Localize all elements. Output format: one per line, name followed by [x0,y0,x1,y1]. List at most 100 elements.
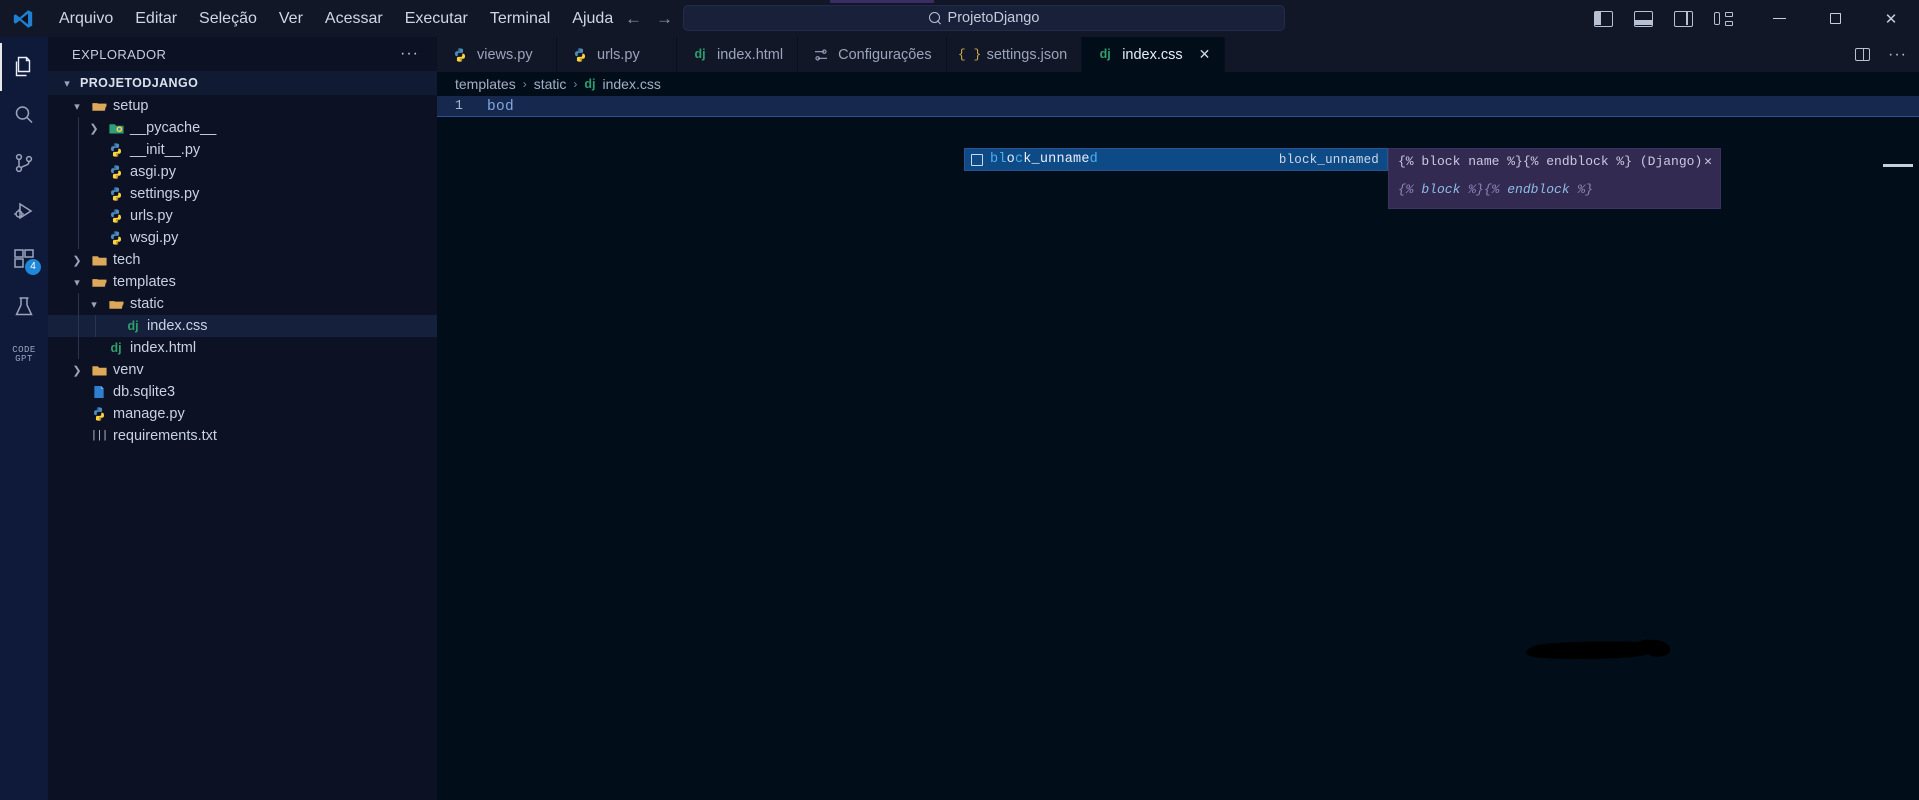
navigation-arrows[interactable]: ← → [625,0,673,37]
editor-tab-settings-json[interactable]: { } settings.json [947,37,1083,72]
maximize-button[interactable] [1807,0,1863,37]
tree-folder-static[interactable]: ▾ static [48,293,437,315]
python-icon [111,187,121,201]
tab-label: views.py [477,46,533,63]
command-center-search[interactable]: ProjetoDjango [683,5,1285,31]
explorer-more-actions-icon[interactable]: ··· [400,46,419,62]
chevron-down-icon[interactable]: ▾ [69,274,85,290]
tree-item-icon [90,405,108,423]
suggest-widget[interactable]: block_unnamed block_unnamed {% block nam… [964,148,1721,209]
chevron-down-icon[interactable]: ▾ [69,98,85,114]
code-editor[interactable]: 1 bod [437,96,1919,167]
tree-file-requirements-txt[interactable]: ||| requirements.txt [48,425,437,447]
tree-folder-templates[interactable]: ▾ templates [48,271,437,293]
tree-file-index-html[interactable]: dj index.html [48,337,437,359]
tree-file-settings-py[interactable]: settings.py [48,183,437,205]
menubar[interactable]: Arquivo Editar Seleção Ver Acessar Execu… [48,0,624,37]
breadcrumb-item-index-css[interactable]: index.css [603,76,661,92]
ellipsis-icon[interactable]: ··· [1888,46,1907,62]
breadcrumb-item-templates[interactable]: templates [455,76,516,92]
minimize-button[interactable] [1751,0,1807,37]
editor-tabbar-actions[interactable]: ··· [1855,37,1907,72]
codegpt-icon: CODE GPT [12,345,36,364]
tree-file-urls-py[interactable]: urls.py [48,205,437,227]
menu-item-arquivo[interactable]: Arquivo [48,5,124,33]
tab-icon: { } [958,46,981,64]
activity-item-search[interactable] [0,91,48,139]
snippet-prefix: {% [1398,182,1422,197]
explorer-sidebar: EXPLORADOR ··· ▾ PROJETODJANGO ▾ setup ❯ __… [48,37,437,800]
tree-file-asgi-py[interactable]: asgi.py [48,161,437,183]
tree-file-db-sqlite3[interactable]: db.sqlite3 [48,381,437,403]
tree-root-projetodjango[interactable]: ▾ PROJETODJANGO [48,71,437,95]
tree-folder-venv[interactable]: ❯ venv [48,359,437,381]
menu-item-selecao[interactable]: Seleção [188,5,268,33]
file-tree: ▾ setup ❯ __pycache__ __init__.py asgi.py sett… [48,95,437,447]
editor-tab-index-css[interactable]: dj index.css ✕ [1082,37,1226,72]
toggle-primary-sidebar-icon[interactable] [1594,10,1613,27]
editor-tab-index-html[interactable]: dj index.html [677,37,799,72]
tree-file-wsgi-py[interactable]: wsgi.py [48,227,437,249]
tree-folder-pycache[interactable]: ❯ __pycache__ [48,117,437,139]
tree-file-index-css[interactable]: dj index.css [48,315,437,337]
back-arrow-icon[interactable]: ← [625,10,642,27]
close-button[interactable]: ✕ [1863,0,1919,37]
activity-item-explorer[interactable] [0,43,48,91]
menu-item-ver[interactable]: Ver [268,5,314,33]
menu-item-ajuda[interactable]: Ajuda [561,5,624,33]
chevron-right-icon[interactable]: ❯ [86,120,102,136]
forward-arrow-icon[interactable]: → [656,10,673,27]
activity-item-code-gpt[interactable]: CODE GPT [0,331,48,379]
tree-file-init-py[interactable]: __init__.py [48,139,437,161]
tree-item-label: static [130,296,164,312]
editor-scrollbar-decoration[interactable] [1883,164,1913,167]
suggest-details-body: {% block %}{% endblock %} [1389,174,1720,208]
activity-item-source-control[interactable] [0,139,48,187]
django-icon: dj [110,340,122,355]
tree-item-icon [107,141,125,159]
menu-item-terminal[interactable]: Terminal [479,5,561,33]
suggest-item-block-unnamed[interactable]: block_unnamed block_unnamed [965,149,1387,170]
window-controls[interactable]: ✕ [1751,0,1919,37]
tree-item-icon: dj [107,339,125,357]
toggle-panel-icon[interactable] [1634,10,1653,27]
python-icon [111,165,121,179]
editor-tab-configura-es[interactable]: Configurações [798,37,947,72]
tree-folder-tech[interactable]: ❯ tech [48,249,437,271]
menu-item-acessar[interactable]: Acessar [314,5,394,33]
suggest-list[interactable]: block_unnamed block_unnamed [964,148,1388,171]
tab-icon [451,46,469,64]
toggle-secondary-sidebar-icon[interactable] [1674,10,1693,27]
breadcrumb[interactable]: templates › static › dj index.css [437,72,1919,96]
line-content: bod [487,98,515,115]
python-icon [111,143,121,157]
chevron-down-icon: ▾ [64,77,70,90]
activity-item-extensions[interactable]: 4 [0,235,48,283]
chevron-right-icon[interactable]: ❯ [69,362,85,378]
tree-item-label: setup [113,98,149,114]
code-line-1[interactable]: 1 bod [437,96,1919,117]
tree-folder-setup[interactable]: ▾ setup [48,95,437,117]
menu-item-editar[interactable]: Editar [124,5,188,33]
folder-open-icon [91,278,107,287]
tree-item-label: settings.py [130,186,200,202]
tree-item-label: db.sqlite3 [113,384,176,400]
folder-icon [91,255,107,265]
activity-item-testing[interactable] [0,283,48,331]
chevron-down-icon[interactable]: ▾ [86,296,102,312]
breadcrumb-separator-icon: › [522,77,527,91]
activity-item-run-and-debug[interactable] [0,187,48,235]
tab-close-icon[interactable]: ✕ [1199,46,1211,63]
editor-tab-views-py[interactable]: views.py [437,37,557,72]
split-editor-icon[interactable] [1855,48,1871,61]
settings-icon [815,48,828,61]
tree-file-manage-py[interactable]: manage.py [48,403,437,425]
menu-item-executar[interactable]: Executar [394,5,479,33]
breadcrumb-separator-icon: › [573,77,578,91]
editor-tab-urls-py[interactable]: urls.py [557,37,677,72]
chevron-right-icon[interactable]: ❯ [69,252,85,268]
layout-controls[interactable] [1594,0,1733,37]
customize-layout-icon[interactable] [1714,11,1733,27]
close-icon[interactable]: ✕ [1704,154,1712,169]
breadcrumb-item-static[interactable]: static [534,76,567,92]
